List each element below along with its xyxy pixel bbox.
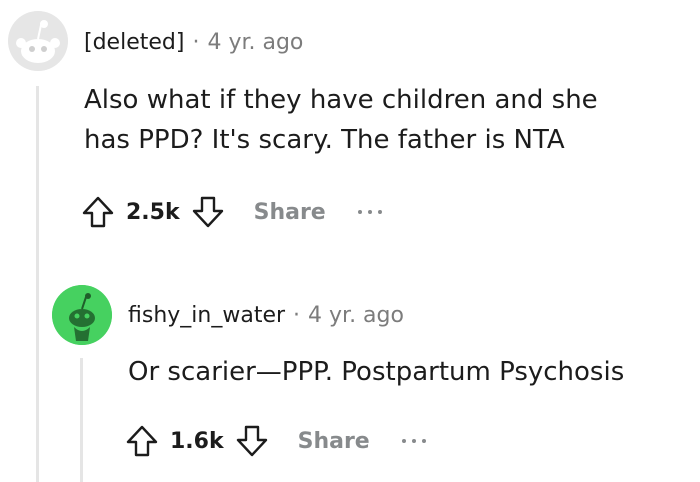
comment-header: [deleted] · 4 yr. ago [84, 30, 303, 55]
avatar[interactable] [52, 285, 112, 345]
comment-actions: 1.6k Share [124, 421, 426, 461]
upvote-button[interactable] [80, 194, 116, 230]
thread-line[interactable] [36, 86, 39, 482]
comment-body: Also what if they have children and she … [84, 80, 598, 160]
upvote-arrow-icon [82, 196, 114, 228]
vote-score: 2.5k [126, 199, 180, 225]
thread-line[interactable] [80, 358, 83, 482]
meta-separator: · [293, 303, 301, 328]
upvote-arrow-icon [126, 425, 158, 457]
comment-author[interactable]: [deleted] [84, 30, 184, 55]
more-options-icon[interactable] [401, 439, 426, 443]
avatar[interactable] [8, 11, 68, 71]
downvote-button[interactable] [190, 194, 226, 230]
share-button[interactable]: Share [254, 200, 326, 225]
vote-score: 1.6k [170, 428, 224, 454]
comment-body-line: Or scarier—PPP. Postpartum Psychosis [128, 357, 625, 387]
comment-body-line: Also what if they have children and she [84, 85, 598, 115]
snoo-avatar-icon [52, 285, 112, 345]
comment-actions: 2.5k Share [80, 192, 382, 232]
downvote-button[interactable] [234, 423, 270, 459]
share-button[interactable]: Share [298, 429, 370, 454]
comment-body: Or scarier—PPP. Postpartum Psychosis [128, 352, 624, 392]
comment-header: fishy_in_water · 4 yr. ago [128, 303, 404, 328]
downvote-arrow-icon [192, 196, 223, 228]
downvote-arrow-icon [236, 425, 267, 457]
comment-timestamp[interactable]: 4 yr. ago [207, 30, 303, 55]
meta-separator: · [192, 30, 200, 55]
more-options-icon[interactable] [357, 210, 382, 214]
comment-timestamp[interactable]: 4 yr. ago [308, 303, 404, 328]
comment-author[interactable]: fishy_in_water [128, 303, 285, 328]
comment-body-line: has PPD? It's scary. The father is NTA [84, 125, 565, 155]
deleted-user-icon [8, 11, 68, 71]
upvote-button[interactable] [124, 423, 160, 459]
